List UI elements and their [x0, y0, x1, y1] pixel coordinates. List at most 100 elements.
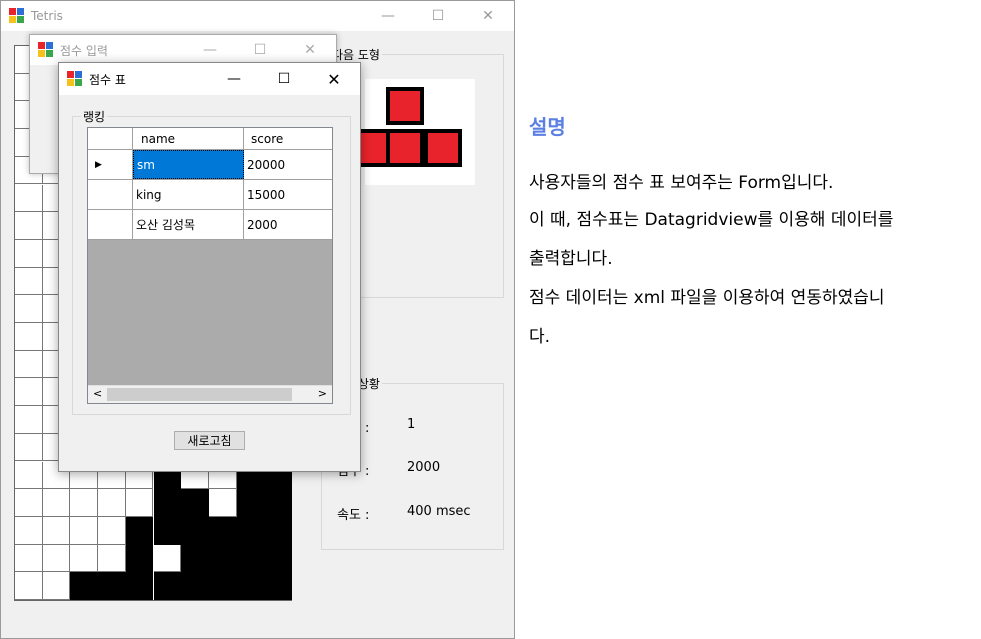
- board-cell: [42, 489, 71, 517]
- board-cell: [15, 184, 43, 213]
- board-cell: [15, 378, 43, 407]
- app-icon: [38, 42, 54, 58]
- minimize-button[interactable]: —: [365, 1, 411, 31]
- board-cell: [15, 350, 43, 379]
- cell-score[interactable]: 15000: [244, 180, 334, 209]
- board-cell: [15, 572, 43, 600]
- board-cell: [15, 239, 43, 268]
- description-line: 이 때, 점수표는 Datagridview를 이용해 데이터를: [529, 210, 894, 230]
- board-cell: [98, 572, 126, 600]
- cell-score[interactable]: 20000: [244, 150, 334, 179]
- board-cell: [264, 489, 292, 517]
- board-cell: [15, 461, 43, 490]
- board-cell: [15, 516, 43, 545]
- scroll-left-icon[interactable]: <: [93, 387, 102, 400]
- board-cell: [153, 516, 182, 545]
- board-cell: [264, 516, 292, 545]
- board-cell: [208, 572, 237, 600]
- board-cell: [125, 572, 154, 600]
- board-cell: [125, 544, 154, 573]
- board-cell: [42, 516, 71, 545]
- board-cell: [15, 323, 43, 351]
- ranking-label: 랭킹: [81, 108, 108, 125]
- board-cell: [98, 516, 126, 545]
- board-cell: [236, 489, 265, 517]
- preview-block: [424, 129, 462, 167]
- score-input-titlebar[interactable]: 점수 입력 — ☐ ✕: [30, 35, 336, 65]
- column-header-name[interactable]: name: [133, 128, 244, 149]
- horizontal-scrollbar[interactable]: < >: [88, 385, 332, 403]
- cell-name[interactable]: king: [133, 180, 244, 209]
- speed-label: 속도 :: [337, 508, 370, 523]
- minimize-button[interactable]: —: [211, 63, 257, 95]
- description-line: 사용자들의 점수 표 보여주는 Form입니다.: [529, 173, 834, 193]
- board-cell: [15, 489, 43, 517]
- score-datagrid[interactable]: name score ▶ sm 20000 king 15000 오산 김성목 …: [87, 127, 333, 404]
- header-row: name score: [88, 128, 332, 150]
- board-cell: [264, 544, 292, 573]
- close-button[interactable]: ✕: [287, 35, 333, 65]
- board-cell: [15, 267, 43, 296]
- scrollbar-thumb[interactable]: [107, 388, 292, 401]
- cell-name[interactable]: 오산 김성목: [133, 210, 244, 239]
- preview-block: [386, 129, 424, 167]
- app-icon: [9, 8, 25, 24]
- board-cell: [153, 489, 182, 517]
- board-cell: [15, 544, 43, 573]
- next-shape-label: 다음 도형: [330, 46, 382, 63]
- score-value: 2000: [407, 460, 441, 475]
- preview-block: [386, 87, 424, 125]
- minimize-button[interactable]: —: [187, 35, 233, 65]
- board-cell: [15, 433, 43, 462]
- board-cell: [42, 572, 71, 600]
- table-row[interactable]: 오산 김성목 2000: [88, 210, 332, 240]
- close-button[interactable]: ✕: [465, 1, 511, 31]
- row-header-cell: [88, 210, 133, 239]
- board-cell: [70, 544, 99, 573]
- row-header-cell: [88, 180, 133, 209]
- board-cell: [264, 572, 292, 600]
- board-cell: [15, 406, 43, 434]
- board-cell: [153, 572, 182, 600]
- close-button[interactable]: ✕: [311, 63, 357, 95]
- board-cell: [181, 516, 209, 545]
- description-line: 점수 데이터는 xml 파일을 이용하여 연동하였습니: [529, 288, 885, 308]
- score-input-title: 점수 입력: [60, 43, 108, 58]
- column-header-score[interactable]: score: [244, 128, 334, 149]
- board-cell: [125, 489, 154, 517]
- board-cell: [208, 544, 237, 573]
- tetris-titlebar[interactable]: Tetris — ☐ ✕: [1, 1, 514, 31]
- board-cell: [70, 516, 99, 545]
- board-cell: [70, 572, 99, 600]
- window-title: Tetris: [31, 9, 63, 23]
- next-shape-preview: [361, 79, 475, 185]
- table-row[interactable]: king 15000: [88, 180, 332, 210]
- maximize-button[interactable]: ☐: [261, 63, 307, 95]
- maximize-button[interactable]: ☐: [237, 35, 283, 65]
- description-heading: 설명: [529, 115, 566, 139]
- table-row[interactable]: ▶ sm 20000: [88, 150, 332, 180]
- board-cell: [15, 212, 43, 240]
- board-cell: [181, 544, 209, 573]
- row-selector-arrow-icon: ▶: [88, 150, 133, 179]
- board-cell: [181, 572, 209, 600]
- refresh-button[interactable]: 새로고침: [174, 431, 245, 450]
- cell-name[interactable]: sm: [133, 150, 244, 179]
- description-line: 출력합니다.: [529, 249, 613, 269]
- maximize-button[interactable]: ☐: [415, 1, 461, 31]
- board-cell: [236, 544, 265, 573]
- board-cell: [70, 489, 99, 517]
- score-table-title: 점수 표: [89, 72, 126, 87]
- board-cell: [15, 295, 43, 323]
- app-icon: [67, 71, 83, 87]
- speed-value: 400 msec: [407, 504, 471, 519]
- board-cell: [98, 544, 126, 573]
- board-cell: [236, 516, 265, 545]
- board-cell: [98, 489, 126, 517]
- cell-score[interactable]: 2000: [244, 210, 334, 239]
- board-cell: [236, 572, 265, 600]
- scroll-right-icon[interactable]: >: [318, 387, 327, 400]
- score-table-titlebar[interactable]: 점수 표 — ☐ ✕: [59, 63, 360, 95]
- board-cell: [42, 544, 71, 573]
- description-line: 다.: [529, 327, 551, 347]
